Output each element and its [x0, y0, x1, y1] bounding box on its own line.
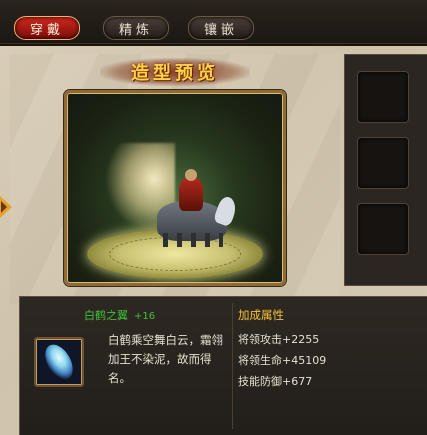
horse-head: [212, 194, 240, 228]
item-icon[interactable]: [34, 337, 84, 387]
feather-icon: [39, 339, 79, 385]
item-info-panel: 白鹤之翼 +16 白鹤乘空舞白云，霜翎加王不染泥，故而得名。 加成属性 将领攻击+…: [19, 296, 427, 435]
item-name: 白鹤之翼 +16: [84, 309, 156, 322]
attribute-line: 将领生命+45109: [238, 354, 327, 367]
attributes-title: 加成属性: [238, 308, 284, 322]
divider: [232, 303, 233, 429]
attribute-line: 将领攻击+2255: [238, 333, 320, 346]
left-arrow-icon[interactable]: [0, 196, 12, 218]
tab-bar: 穿戴 精炼 镶嵌: [0, 0, 427, 44]
horse-legs: [163, 233, 223, 247]
equipment-slots-panel: [344, 54, 427, 286]
tab-wear[interactable]: 穿戴: [14, 16, 80, 40]
tab-refine[interactable]: 精炼: [103, 16, 169, 40]
tab-inlay[interactable]: 镶嵌: [188, 16, 254, 40]
item-enhance-level: +16: [134, 311, 156, 322]
item-description: 白鹤乘空舞白云，霜翎加王不染泥，故而得名。: [108, 333, 223, 385]
preview-title: 造型预览: [100, 58, 250, 86]
attribute-line: 技能防御+677: [238, 375, 313, 388]
equipment-slot[interactable]: [357, 71, 409, 123]
equipment-slot[interactable]: [357, 137, 409, 189]
equipment-slot[interactable]: [357, 203, 409, 255]
rider-model: [179, 169, 203, 211]
model-preview: [64, 90, 286, 286]
